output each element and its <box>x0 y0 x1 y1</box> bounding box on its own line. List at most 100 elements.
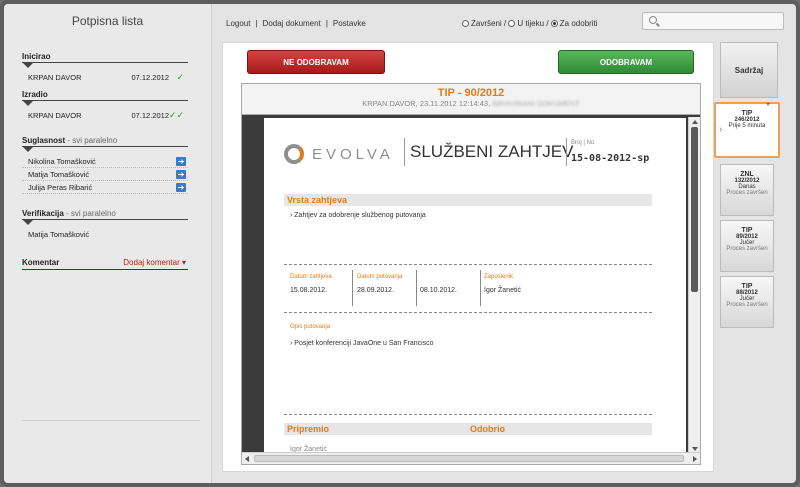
divider <box>404 138 405 166</box>
add-comment-link[interactable]: Dodaj komentar ▾ <box>123 258 186 267</box>
search-icon <box>649 16 657 24</box>
radio-u-tijeku[interactable] <box>508 20 516 27</box>
section-label: Izradio <box>22 90 48 99</box>
signer-name: KRPAN DAVOR <box>28 111 82 120</box>
divider <box>22 420 200 421</box>
logout-link[interactable]: Logout <box>226 19 250 28</box>
signer-date: 07.12.2012 <box>131 111 169 120</box>
settings-link[interactable]: Postavke <box>333 19 366 28</box>
radio-label: Za odobriti <box>559 19 598 28</box>
document-card[interactable]: TIP 89/2012 Jučer Proces završen <box>720 220 774 272</box>
document-queue-panel: Sadržaj * › TIP 246/2012 Prije 5 minuta … <box>714 4 794 483</box>
card-type: ZNL <box>740 171 754 178</box>
signer-row: Julija Peras Ribarić ➔ <box>22 181 188 194</box>
travel-date-label: Datum putovanja <box>357 274 403 280</box>
signer-row: KRPAN DAVOR 07.12.2012 ✓ <box>22 71 188 84</box>
section-label: Inicirao <box>22 52 51 61</box>
nav-separator: | <box>255 19 258 28</box>
card-status: Proces završen <box>726 190 768 196</box>
document-card-active[interactable]: * › TIP 246/2012 Prije 5 minuta <box>714 101 780 158</box>
card-type: TIP <box>741 283 753 290</box>
signer-row: KRPAN DAVOR 07.12.2012 ✓✓ <box>22 109 188 122</box>
top-navigation: Logout | Dodaj dokument | Postavke Završeni … <box>212 4 794 42</box>
form-heading: SLUŽBENI ZAHTJEV <box>410 142 574 161</box>
triangle-marker-icon <box>22 146 34 152</box>
document-page: EVOLVA SLUŽBENI ZAHTJEV Broj | No 15-08-… <box>264 118 686 454</box>
card-time: Prije 5 minuta <box>728 123 766 129</box>
horizontal-scrollbar[interactable] <box>242 452 700 464</box>
dashed-divider <box>284 414 652 415</box>
approve-button[interactable]: ODOBRAVAM <box>558 50 694 74</box>
section-sublabel: - svi paralelno <box>63 209 116 218</box>
section-sublabel: - svi paralelno <box>65 136 118 145</box>
divider <box>352 270 353 306</box>
section-label: Verifikacija <box>22 209 64 218</box>
divider <box>416 270 417 306</box>
section-suglasnost: Suglasnost - svi paralelno Nikolina Toma… <box>22 136 188 194</box>
vertical-scrollbar[interactable] <box>688 117 700 454</box>
document-viewer: TIP - 90/2012 KRPAN DAVOR, 23.11.2012 12… <box>241 83 701 465</box>
signer-row: Nikolina Tomašković ➔ <box>22 155 188 168</box>
signer-name: Nikolina Tomašković <box>28 157 96 166</box>
scrollbar-thumb[interactable] <box>254 455 684 462</box>
document-card[interactable]: ZNL 132/2012 Danas Proces završen <box>720 164 774 216</box>
nav-links: Logout | Dodaj dokument | Postavke <box>226 19 366 28</box>
scroll-up-icon[interactable] <box>692 120 698 124</box>
signer-row: Matija Tomašković ➔ <box>22 168 188 181</box>
document-header: TIP - 90/2012 KRPAN DAVOR, 23.11.2012 12… <box>242 84 700 115</box>
radio-separator: / <box>503 19 507 28</box>
signer-name: Matija Tomašković <box>28 170 90 179</box>
document-status: ARHIVIRANI DOKUMENT <box>491 99 580 108</box>
add-document-link[interactable]: Dodaj dokument <box>263 19 321 28</box>
signer-date: 07.12.2012 <box>131 73 169 82</box>
radio-zavrseni[interactable] <box>462 20 469 27</box>
scroll-left-icon[interactable] <box>245 456 249 462</box>
request-date-label: Datum zahtjeva <box>290 274 332 280</box>
request-date-value: 15.08.2012. <box>290 287 327 294</box>
chevron-right-icon: › <box>719 124 723 135</box>
check-icon: ✓ <box>176 72 184 82</box>
forward-arrow-icon[interactable]: ➔ <box>176 183 186 192</box>
divider <box>566 138 567 166</box>
forward-arrow-icon[interactable]: ➔ <box>176 170 186 179</box>
scrollbar-thumb[interactable] <box>691 127 698 292</box>
trip-description-value: › Posjet konferenciji JavaOne u San Fran… <box>290 340 434 347</box>
card-status: Proces završen <box>726 302 768 308</box>
request-type-value: › Zahtjev za odobrenje službenog putovan… <box>290 212 426 219</box>
signer-name: Julija Peras Ribarić <box>28 183 93 192</box>
filter-radios: Završeni / U tijeku / Za odobriti <box>462 19 598 28</box>
number-value: 15-08-2012-sp <box>571 153 650 164</box>
signer-row: Matija Tomašković <box>22 228 188 241</box>
signature-list-panel: Potpisna lista Inicirao KRPAN DAVOR 07.1… <box>4 4 212 483</box>
triangle-marker-icon <box>22 62 34 68</box>
scroll-down-icon[interactable] <box>692 447 698 451</box>
radio-separator: / <box>546 19 549 28</box>
divider <box>480 270 481 306</box>
employee-label: Zaposlenik <box>484 274 514 280</box>
panel-title: Potpisna lista <box>71 14 144 28</box>
nav-separator: | <box>325 19 328 28</box>
triangle-marker-icon <box>22 100 34 106</box>
trip-description-label: Opis putovanja <box>290 324 331 330</box>
card-type: TIP <box>741 227 753 234</box>
app-window: Potpisna lista Inicirao KRPAN DAVOR 07.1… <box>0 0 800 487</box>
logo-text: EVOLVA <box>312 146 394 163</box>
triangle-marker-icon <box>22 219 34 225</box>
travel-date-from: 28.09.2012. <box>357 287 394 294</box>
radio-label: Završeni <box>471 19 502 28</box>
radio-za-odobriti[interactable] <box>550 20 558 27</box>
prepared-by-label: Pripremio <box>287 424 330 434</box>
document-meta: KRPAN DAVOR, 23.11.2012 12:14:43, <box>362 99 491 108</box>
main-content: NE ODOBRAVAM ODOBRAVAM TIP - 90/2012 KRP… <box>222 42 714 472</box>
new-star-icon: * <box>766 101 770 112</box>
scroll-right-icon[interactable] <box>693 456 697 462</box>
document-card[interactable]: TIP 88/2012 Jučer Proces završen <box>720 276 774 328</box>
reject-button[interactable]: NE ODOBRAVAM <box>247 50 385 74</box>
forward-arrow-icon[interactable]: ➔ <box>176 157 186 166</box>
comment-section: Komentar Dodaj komentar ▾ <box>22 258 188 270</box>
section-inicirao: Inicirao KRPAN DAVOR 07.12.2012 ✓ <box>22 52 188 84</box>
contents-button[interactable]: Sadržaj <box>720 42 778 98</box>
section-verifikacija: Verifikacija - svi paralelno Matija Toma… <box>22 209 188 241</box>
radio-label: U tijeku <box>517 19 545 28</box>
logo-ring-icon <box>284 144 304 164</box>
